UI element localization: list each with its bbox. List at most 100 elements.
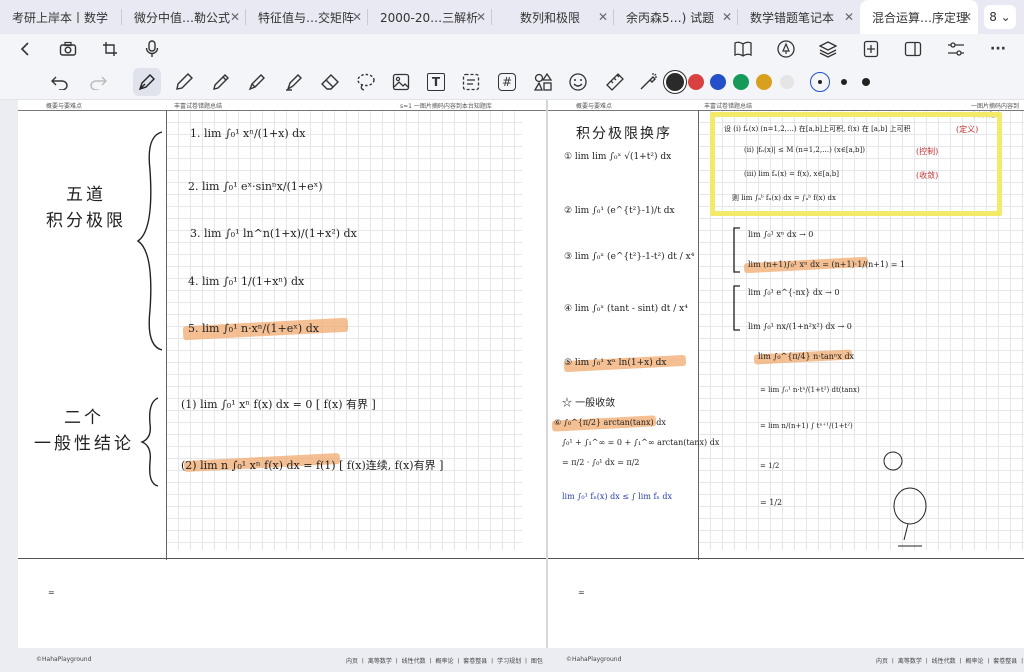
theorem-line-1: 设 (i) fₙ(x) (n=1,2,…) 在[a,b]上可积, f(x) 在 … xyxy=(724,125,911,133)
text-box-icon[interactable]: T xyxy=(422,68,450,96)
pencil-icon[interactable] xyxy=(207,68,235,96)
item-3: 3. lim ∫₀¹ ln^n(1+x)/(1+x²) dx xyxy=(190,227,357,240)
sticky-note-icon[interactable] xyxy=(457,68,485,96)
layers-icon[interactable] xyxy=(816,37,840,61)
close-icon[interactable]: ✕ xyxy=(722,10,732,24)
close-icon[interactable]: ✕ xyxy=(476,10,486,24)
lasso-icon[interactable] xyxy=(352,68,380,96)
circled-annotation xyxy=(883,451,903,471)
tab-bar: 考研上岸本丨数学 微分中值…勒公式 ✕ 特征值与…交矩阵 ✕ 2000-20…三解析… xyxy=(0,0,1024,34)
close-icon[interactable]: ✕ xyxy=(230,10,240,24)
color-swatch-red[interactable] xyxy=(688,74,704,90)
sketch-annotation xyxy=(893,487,927,547)
tab-label: 2000-20…三解析 xyxy=(380,10,479,25)
stroke-size-medium[interactable] xyxy=(834,72,854,92)
hash-glyph: # xyxy=(498,73,516,91)
left-gutter xyxy=(0,100,18,672)
sidebar-icon[interactable] xyxy=(901,37,925,61)
tab-count-button[interactable]: 8 ⌄ xyxy=(984,5,1016,29)
tab-6[interactable]: 余丙森5…) 试题 ✕ xyxy=(614,0,738,34)
tab-8-active[interactable]: 混合运算…序定理 ✕ xyxy=(860,0,978,34)
eraser-icon[interactable] xyxy=(316,68,344,96)
laser-icon[interactable] xyxy=(634,68,662,96)
tab-7[interactable]: 数学错题笔记本 ✕ xyxy=(738,0,860,34)
shapes-icon[interactable] xyxy=(529,68,557,96)
tab-2[interactable]: 微分中值…勒公式 ✕ xyxy=(122,0,246,34)
close-icon[interactable]: ✕ xyxy=(352,10,362,24)
page-divider xyxy=(546,100,548,648)
solution-2: lim (n+1)∫₀¹ xⁿ dx = (n+1)·1/(n+1) = 1 xyxy=(748,260,906,269)
problem-6-step-1: ∫₀¹ + ∫₁^∞ = 0 + ∫₁^∞ arctan(tanx) dx xyxy=(562,438,720,447)
color-swatch-yellow[interactable] xyxy=(756,74,772,90)
solution-5: lim ∫₀^{π/4} n·tanⁿx dx xyxy=(758,352,855,361)
close-icon[interactable]: ✕ xyxy=(598,10,608,24)
footer-links: 内页 丨 离等数学 丨 线性代数 丨 概率论 丨 套卷整县 丨 学习规划 丨 图… xyxy=(876,658,1024,665)
color-swatch-blue[interactable] xyxy=(710,74,726,90)
color-swatch-black[interactable] xyxy=(666,73,684,91)
brace-shape xyxy=(140,397,159,487)
microphone-icon[interactable] xyxy=(140,37,164,61)
hashtag-icon[interactable]: # xyxy=(493,68,521,96)
section-title: 积分极限换序 xyxy=(576,126,672,142)
color-swatch-green[interactable] xyxy=(733,74,749,90)
redo-icon[interactable] xyxy=(84,68,112,96)
solution-5-result: = 1/2 xyxy=(760,498,783,507)
item-2: 2. lim ∫₀¹ eˣ·sinⁿx/(1+eˣ) xyxy=(188,180,323,193)
solution-3: lim ∫₀¹ e^{-nx} dx → 0 xyxy=(748,288,840,297)
solution-5-step-3: = 1/2 xyxy=(760,462,780,470)
problem-5: ⑤ lim ∫₀¹ xⁿ ln(1+x) dx xyxy=(564,358,667,368)
undo-icon[interactable] xyxy=(46,68,74,96)
text-tool-glyph: T xyxy=(427,73,445,91)
solution-5-step-2: = lim n/(n+1) ∫ tⁿ⁺¹/(1+t²) xyxy=(760,422,853,430)
header-right: s=1 一图片摘码内容到本台知题库 xyxy=(400,103,492,110)
solution-1: lim ∫₀¹ xⁿ dx → 0 xyxy=(748,230,814,239)
notes-app: 考研上岸本丨数学 微分中值…勒公式 ✕ 特征值与…交矩阵 ✕ 2000-20…三解析… xyxy=(0,0,1024,672)
crop-icon[interactable] xyxy=(98,37,122,61)
tab-1[interactable]: 考研上岸本丨数学 xyxy=(0,0,122,34)
header-mid: 丰富试卷错题总结 xyxy=(704,103,753,110)
left-note-page[interactable]: 概要与要难点 丰富试卷错题总结 s=1 一图片摘码内容到本台知题库 五道 积分极… xyxy=(18,100,546,648)
right-page-footer: ©HahaPlayground 内页 丨 离等数学 丨 线性代数 丨 概率论 丨… xyxy=(548,648,1024,672)
bracket-shape xyxy=(733,285,740,331)
right-note-page[interactable]: 概要与要难点 丰富试卷错题总结 一图片摘码内容到本台知题库 积分极限换序 ① l… xyxy=(548,100,1024,648)
tab-4[interactable]: 2000-20…三解析 ✕ xyxy=(368,0,492,34)
item-1: 1. lim ∫₀¹ xⁿ/(1+x) dx xyxy=(190,127,306,140)
pen-icon[interactable] xyxy=(170,68,198,96)
stroke-size-small[interactable] xyxy=(810,72,830,92)
more-icon[interactable]: ··· xyxy=(986,37,1010,61)
problem-3: ③ lim ∫₀ˣ (e^{t²}-1-t²) dt / x⁴ xyxy=(564,252,695,262)
top-rule xyxy=(548,110,1024,111)
add-page-icon[interactable] xyxy=(859,37,883,61)
brace-shape xyxy=(136,131,163,351)
inequality-note: lim ∫₀¹ fₙ(x) dx ≤ ∫ lim fₙ dx xyxy=(562,492,673,501)
image-icon[interactable] xyxy=(387,68,415,96)
solution-5-step-1: = lim ∫₀¹ n·tⁿ/(1+t²) dt(tanx) xyxy=(760,386,860,394)
fountain-pen-icon[interactable] xyxy=(133,68,161,96)
camera-icon[interactable] xyxy=(56,37,80,61)
marker-icon[interactable] xyxy=(243,68,271,96)
highlighter-icon[interactable] xyxy=(280,68,308,96)
ruler-icon[interactable] xyxy=(601,68,629,96)
stroke-size-large[interactable] xyxy=(856,72,876,92)
tab-3[interactable]: 特征值与…交矩阵 ✕ xyxy=(246,0,368,34)
tab-5[interactable]: 数列和极限 ✕ xyxy=(492,0,614,34)
top-rule xyxy=(18,110,546,111)
item-5: 5. lim ∫₀¹ n·xⁿ/(1+eˣ) dx xyxy=(188,322,319,335)
close-icon[interactable]: ✕ xyxy=(844,10,854,24)
theorem-line-2: (ii) |fₙ(x)| ≤ M (n=1,2,…) (x∈[a,b]) xyxy=(744,146,865,154)
footer-brand: ©HahaPlayground xyxy=(566,656,622,663)
note-definition: (定义) xyxy=(956,125,979,134)
note-convergence: (收敛) xyxy=(916,171,939,180)
book-icon[interactable] xyxy=(731,37,755,61)
close-icon[interactable]: ✕ xyxy=(962,10,972,24)
emoji-icon[interactable] xyxy=(564,68,592,96)
bottom-rule xyxy=(18,558,546,559)
pen-circle-icon[interactable] xyxy=(774,37,798,61)
tab-label: 特征值与…交矩阵 xyxy=(258,10,355,25)
back-icon[interactable] xyxy=(14,37,38,61)
top-toolbar: ··· xyxy=(0,34,1024,64)
sliders-icon[interactable] xyxy=(944,37,968,61)
color-swatch-more[interactable] xyxy=(780,75,794,89)
tab-label: 微分中值…勒公式 xyxy=(134,10,231,25)
section-title-two-conclusions: 二个 一般性结论 xyxy=(34,408,134,454)
